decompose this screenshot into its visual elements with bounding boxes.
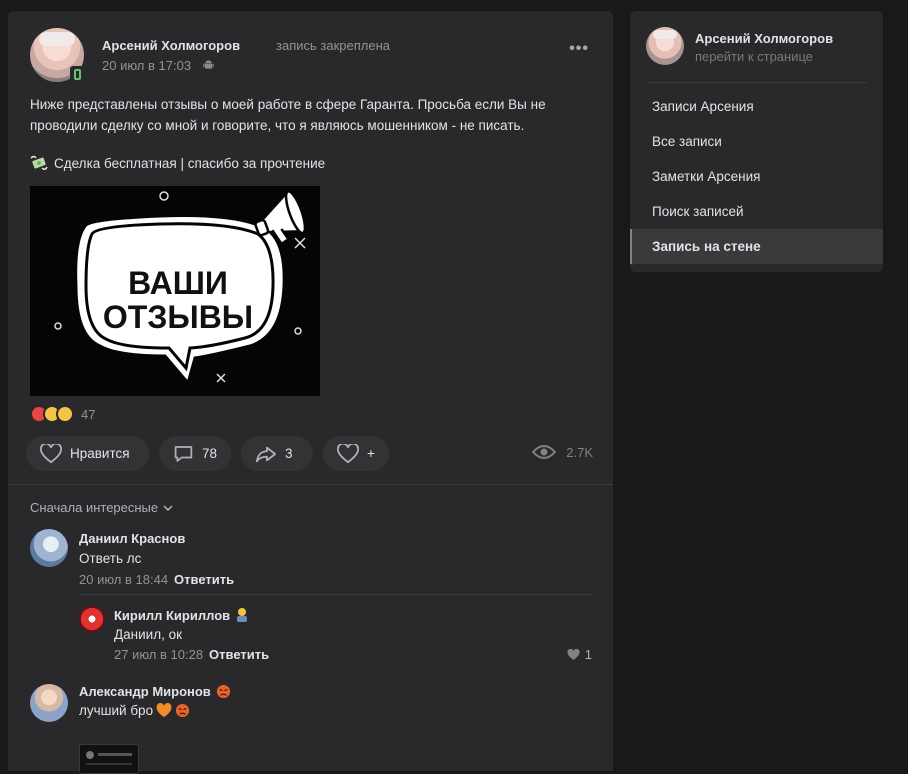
comment-item: Александр Миронов лучший бро (30, 684, 595, 774)
commenter-name[interactable]: Даниил Краснов (79, 531, 185, 546)
comment-item: Даниил Краснов Ответь лс 20 июл в 18:44 О… (30, 529, 595, 591)
divider (8, 484, 613, 485)
reactions-summary[interactable]: 47 (30, 405, 95, 423)
comment-attachment-thumbnail[interactable] (79, 744, 139, 774)
post-actions: Нравится 78 3 + 2.7K (26, 436, 596, 472)
more-options-icon[interactable]: ••• (569, 40, 589, 58)
comment-button[interactable]: 78 (159, 436, 231, 471)
comment-text: Ответь лс (79, 551, 141, 566)
post-date[interactable]: 20 июл в 17:03 (102, 58, 191, 73)
reactions-count: 47 (81, 406, 96, 422)
sidebar-author-name[interactable]: Арсений Холмогоров (695, 31, 833, 46)
sidebar-item-author-posts[interactable]: Записи Арсения (630, 89, 883, 124)
comment-icon (174, 445, 193, 462)
commenter-name-text: Александр Миронов (79, 684, 211, 699)
angry-face-emoji-icon (216, 684, 230, 699)
share-icon (256, 446, 277, 462)
sidebar-item-all-posts[interactable]: Все записи (630, 124, 883, 159)
like-button[interactable]: Нравится (26, 436, 149, 471)
post-text-line: Сделка бесплатная | спасибо за прочтение (54, 155, 326, 171)
reply-button[interactable]: Ответить (174, 572, 234, 587)
sidebar-item-label: Поиск записей (652, 204, 744, 219)
mobile-online-icon (70, 66, 84, 83)
sidebar-item-wall-post[interactable]: Запись на стене (630, 229, 883, 264)
comments-sort-dropdown[interactable]: Сначала интересные (30, 500, 173, 515)
post-text: Ниже представлены отзывы о моей работе в… (30, 95, 590, 136)
commenter-name[interactable]: Кирилл Кириллов (114, 607, 249, 623)
divider (646, 82, 867, 83)
reply-button[interactable]: Ответить (209, 647, 269, 662)
comment-date[interactable]: 27 июл в 10:28 (114, 647, 203, 662)
comment-meta: 20 июл в 18:44 Ответить (79, 572, 234, 587)
comment-text: Даниил, ок (114, 627, 182, 642)
post-image[interactable]: ВАШИ ОТЗЫВЫ (30, 186, 320, 396)
commenter-avatar[interactable] (30, 529, 68, 567)
chevron-down-icon (163, 504, 173, 511)
sort-label: Сначала интересные (30, 500, 159, 515)
orange-heart-icon (156, 703, 172, 718)
heart-eyes-reaction-icon (56, 405, 74, 423)
sidebar-item-label: Все записи (652, 134, 722, 149)
add-reaction-label: + (367, 446, 375, 461)
comment-count: 78 (201, 446, 217, 461)
comment-meta: 27 июл в 10:28 Ответить (114, 647, 269, 662)
sidebar-item-label: Заметки Арсения (652, 169, 761, 184)
commenter-name-text: Кирилл Кириллов (114, 607, 231, 623)
views-counter: 2.7K (532, 444, 593, 460)
go-to-page-link[interactable]: перейти к странице (695, 49, 813, 64)
sidebar-avatar[interactable] (646, 27, 684, 65)
divider (79, 594, 592, 595)
pinned-label: запись закреплена (276, 38, 390, 53)
share-count: 3 (285, 446, 293, 461)
comment-text-content: Даниил, ок (114, 627, 182, 642)
comment-text-content: лучший бро (79, 703, 154, 718)
commenter-name[interactable]: Александр Миронов (79, 684, 231, 699)
commenter-avatar[interactable] (79, 606, 105, 632)
image-caption-line2: ОТЗЫВЫ (103, 299, 253, 335)
add-reaction-button[interactable]: + (323, 436, 389, 471)
sidebar-item-notes[interactable]: Заметки Арсения (630, 159, 883, 194)
android-icon (203, 60, 214, 69)
commenter-name-text: Даниил Краснов (79, 531, 186, 546)
eye-icon (532, 445, 557, 459)
sidebar-item-label: Запись на стене (652, 239, 761, 254)
commenter-avatar[interactable] (30, 684, 68, 722)
like-label: Нравится (70, 446, 130, 461)
post-text-line: проводили сделку со мной и говорите, что… (30, 117, 525, 133)
heart-icon (567, 648, 580, 660)
comment-date[interactable]: 20 июл в 18:44 (79, 572, 168, 587)
angry-face-emoji-icon (176, 703, 190, 718)
heart-icon (337, 443, 359, 463)
heart-icon (40, 443, 62, 463)
comment-like[interactable]: 1 (567, 647, 592, 662)
comment-text-content: Ответь лс (79, 551, 142, 566)
share-button[interactable]: 3 (241, 436, 313, 471)
comment-like-count: 1 (584, 647, 592, 662)
views-count: 2.7K (566, 444, 593, 460)
post-header: Арсений Холмогоров запись закреплена 20 … (30, 28, 591, 88)
post-card: Арсений Холмогоров запись закреплена 20 … (8, 11, 613, 774)
post-text-line: Ниже представлены отзывы о моей работе в… (30, 97, 546, 112)
author-name[interactable]: Арсений Холмогоров (102, 38, 240, 53)
verified-emoji-icon (237, 608, 248, 622)
comment-text: лучший бро (79, 703, 190, 718)
post-text-note: Сделка бесплатная | спасибо за прочтение (30, 155, 325, 171)
sidebar-item-search-posts[interactable]: Поиск записей (630, 194, 883, 229)
sidebar-item-label: Записи Арсения (652, 99, 754, 114)
money-with-wings-icon (30, 155, 48, 171)
sidebar-card: Арсений Холмогоров перейти к странице За… (630, 11, 883, 272)
image-caption-line1: ВАШИ (128, 265, 228, 301)
comment-reply-item: Кирилл Кириллов Даниил, ок 27 июл в 10:2… (79, 606, 592, 666)
